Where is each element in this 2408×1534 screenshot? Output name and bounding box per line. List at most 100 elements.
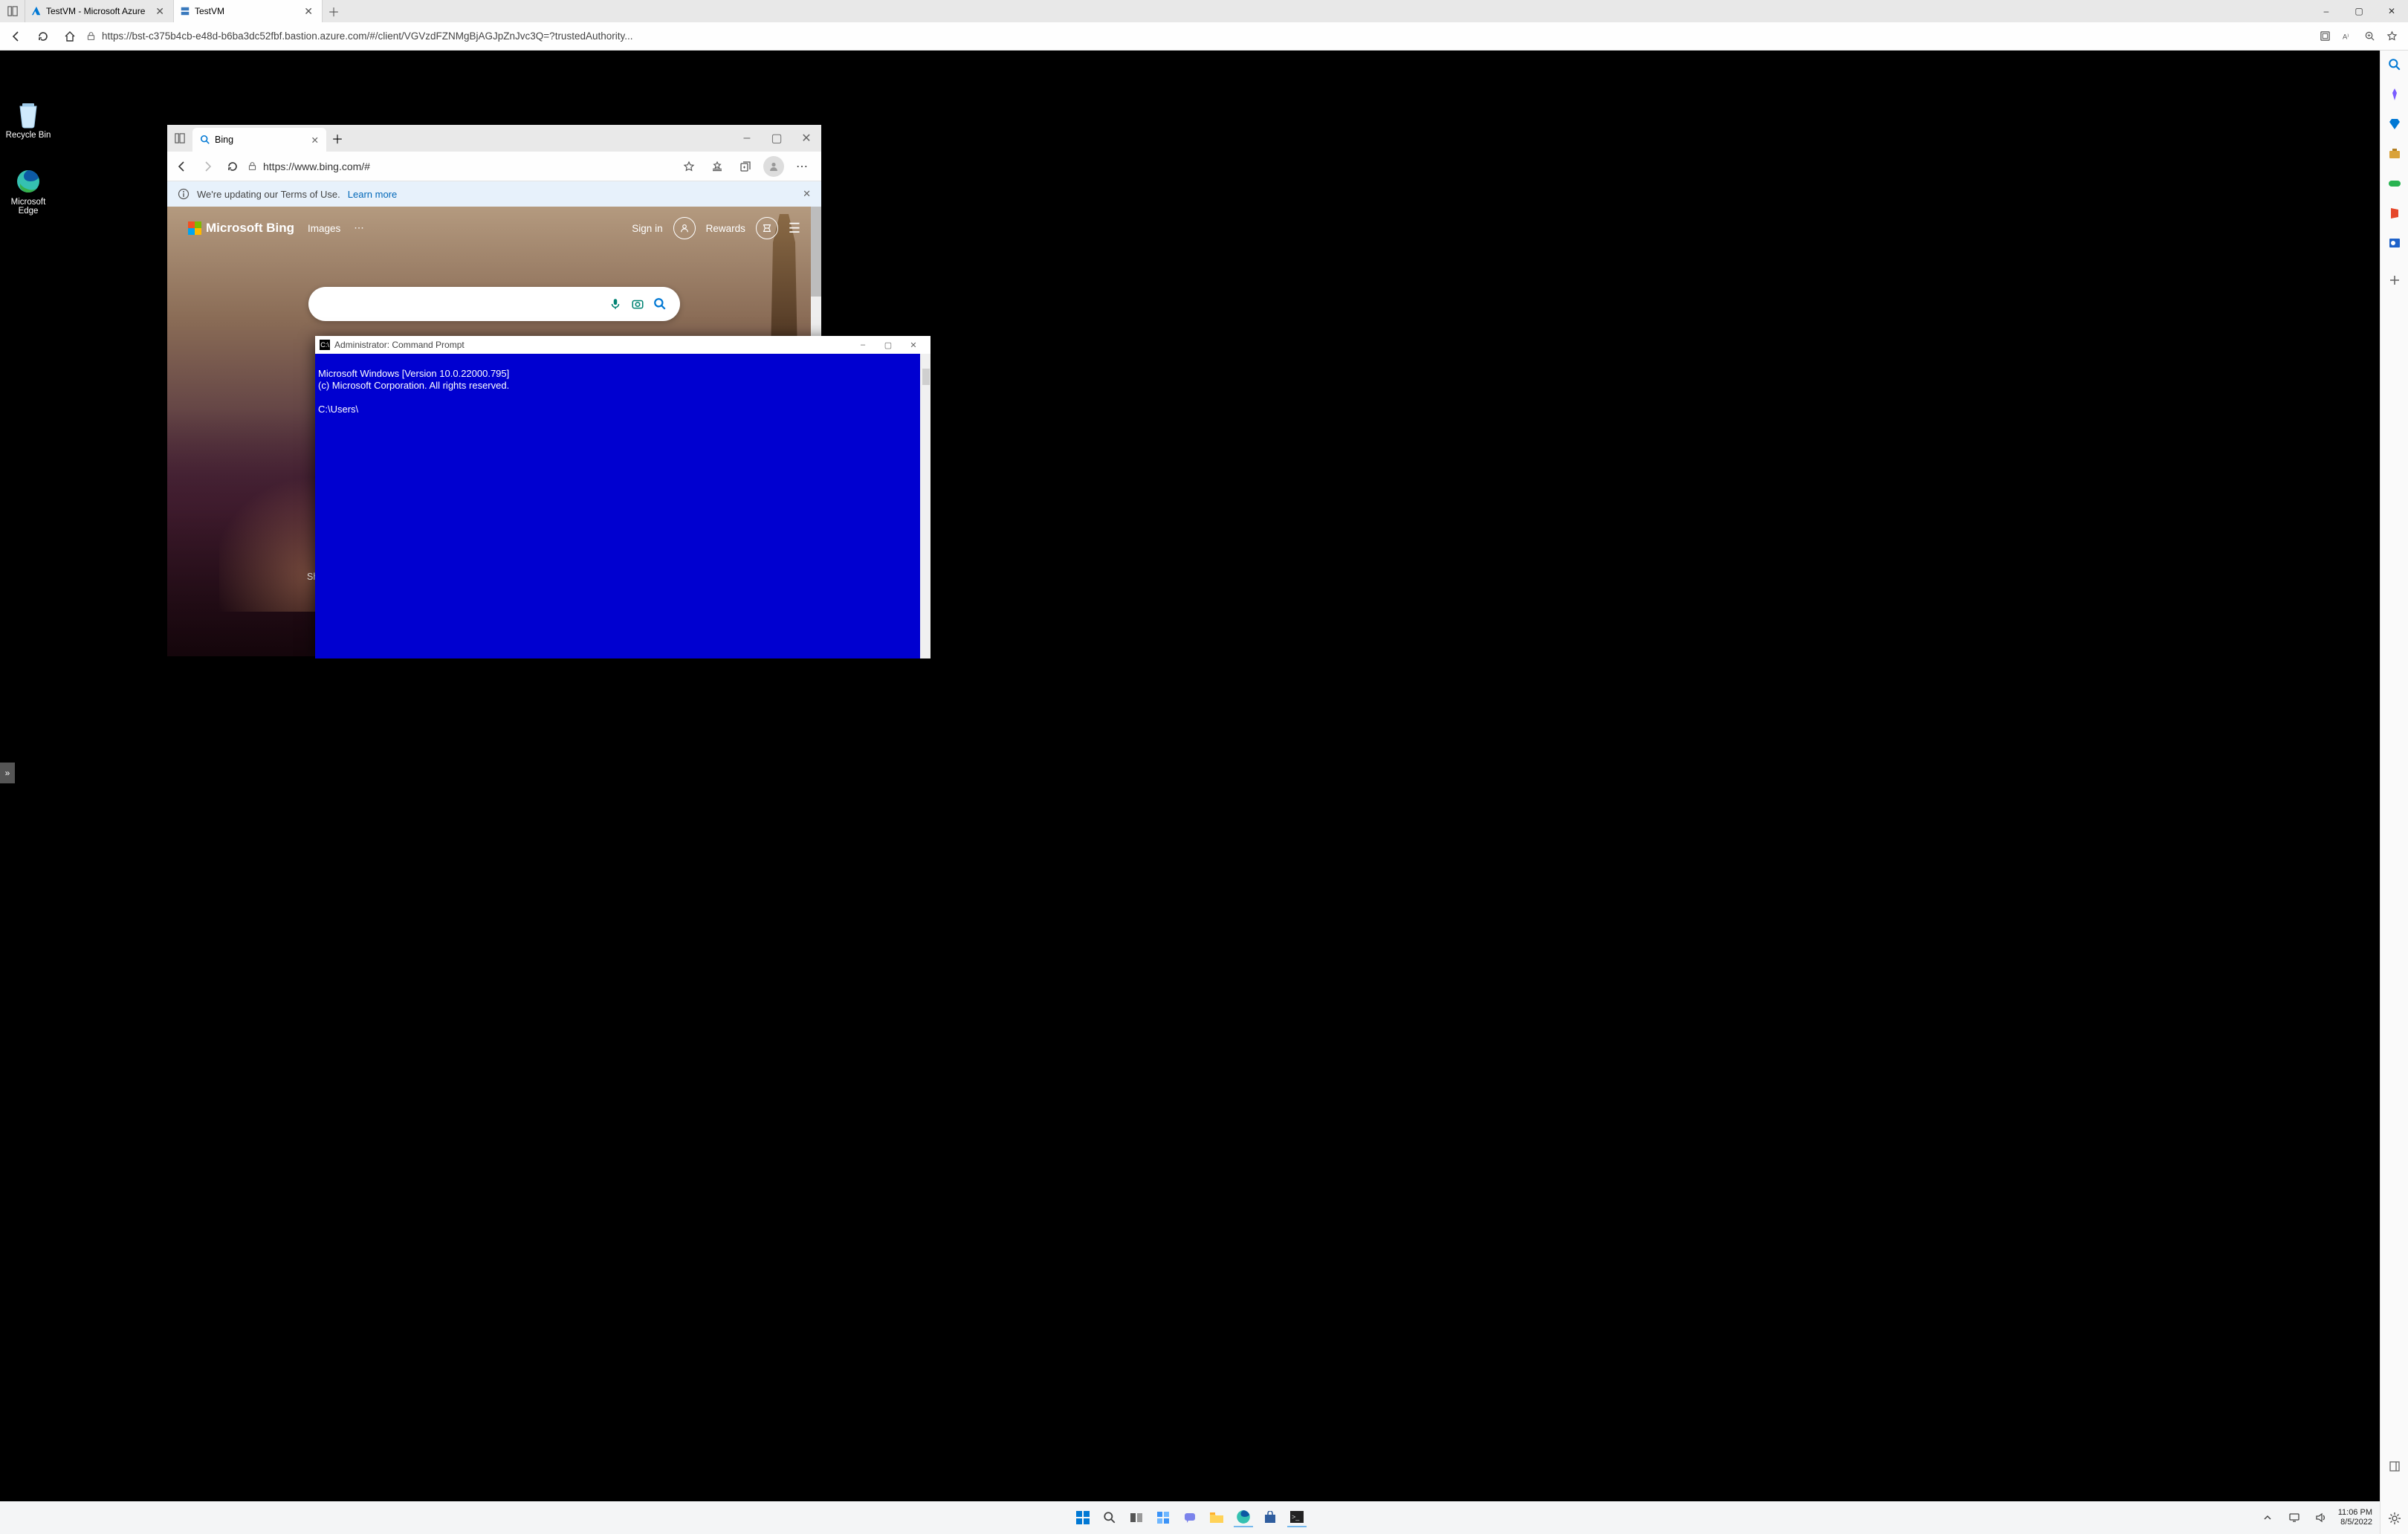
edge-taskbar-button[interactable] [1234,1508,1253,1527]
favorites-icon[interactable] [2381,26,2402,47]
cmd-output: Microsoft Windows [Version 10.0.22000.79… [318,368,509,415]
bing-logo[interactable]: Microsoft Bing [188,221,294,236]
taskbar-pinned-apps: >_ [1073,1508,1307,1527]
terminal-taskbar-button[interactable]: >_ [1287,1508,1307,1527]
cmd-terminal[interactable]: Microsoft Windows [Version 10.0.22000.79… [315,354,930,658]
cmd-scrollbar[interactable] [920,354,930,658]
sidebar-games-icon[interactable] [2386,175,2403,192]
lock-icon [86,31,96,41]
desktop-icon-edge[interactable]: Microsoft Edge [1,168,55,216]
cmd-scroll-thumb[interactable] [922,369,930,385]
maximize-button[interactable]: ▢ [2343,0,2375,22]
tab-close-button[interactable]: ✕ [152,5,167,18]
cmd-minimize-button[interactable]: – [850,336,876,354]
tab-actions-button[interactable] [0,0,25,22]
mic-icon[interactable] [604,297,627,311]
inner-edge-titlebar[interactable]: Bing ✕ ＋ – ▢ ✕ [167,125,821,152]
scrollbar-thumb[interactable] [811,207,821,297]
network-icon[interactable] [2285,1508,2304,1527]
cmd-title-text: Administrator: Command Prompt [334,340,465,350]
sidebar-search-icon[interactable] [2386,56,2403,73]
command-prompt-window: C:\ Administrator: Command Prompt – ▢ ✕ … [315,336,930,658]
lock-icon [247,161,257,171]
edge-icon [15,168,42,195]
sidebar-shopping-icon[interactable] [2386,116,2403,132]
cmd-icon: C:\ [320,340,330,350]
chat-button[interactable] [1180,1508,1200,1527]
cmd-maximize-button[interactable]: ▢ [876,336,901,354]
inner-url-text: https://www.bing.com/# [263,161,370,172]
minimize-button[interactable]: – [2310,0,2343,22]
search-icon[interactable] [649,297,671,311]
refresh-button[interactable] [33,26,54,47]
sidebar-add-button[interactable] [2386,272,2403,288]
notice-close-button[interactable]: ✕ [803,188,811,200]
remote-desktop-viewport[interactable]: Recycle Bin Microsoft Edge » Bing ✕ [0,51,2380,1534]
inner-favorites-star-icon[interactable] [679,156,699,177]
outer-address-bar: https://bst-c375b4cb-e48d-b6ba3dc52fbf.b… [0,22,2408,51]
tray-overflow-button[interactable] [2258,1508,2277,1527]
browser-tab-azure[interactable]: TestVM - Microsoft Azure ✕ [25,0,174,22]
inner-close-button[interactable]: ✕ [792,125,821,152]
bastion-toolbar-handle[interactable]: » [0,763,15,783]
cmd-close-button[interactable]: ✕ [901,336,926,354]
inner-minimize-button[interactable]: – [732,125,762,152]
recycle-bin-icon [15,101,42,128]
bing-menu-button[interactable]: ☰ [789,221,800,236]
bing-search-box[interactable] [308,287,680,321]
store-button[interactable] [1260,1508,1280,1527]
close-button[interactable]: ✕ [2375,0,2408,22]
read-aloud-icon[interactable]: A⁾ [2337,26,2357,47]
tab-close-button[interactable]: ✕ [301,5,316,18]
volume-icon[interactable] [2311,1508,2331,1527]
bing-search-input[interactable] [323,298,604,311]
sidebar-settings-icon[interactable] [2386,1510,2403,1527]
task-view-button[interactable] [1127,1508,1146,1527]
bing-signin-link[interactable]: Sign in [632,223,662,234]
widgets-button[interactable] [1153,1508,1173,1527]
inner-back-button[interactable] [172,156,192,177]
file-explorer-button[interactable] [1207,1508,1226,1527]
cmd-titlebar[interactable]: C:\ Administrator: Command Prompt – ▢ ✕ [315,336,930,354]
new-tab-button[interactable]: ＋ [323,2,345,20]
sidebar-collapse-icon[interactable] [2386,1458,2403,1475]
back-button[interactable] [6,26,27,47]
inner-favorites-bar-icon[interactable] [707,156,728,177]
desktop-icon-recycle-bin[interactable]: Recycle Bin [1,101,55,140]
sidebar-outlook-icon[interactable] [2386,235,2403,251]
inner-menu-button[interactable]: ⋯ [792,156,812,177]
address-input[interactable]: https://bst-c375b4cb-e48d-b6ba3dc52fbf.b… [86,26,666,47]
taskbar-search-button[interactable] [1100,1508,1119,1527]
bing-rewards-link[interactable]: Rewards [706,223,745,234]
inner-browser-tab[interactable]: Bing ✕ [192,128,326,152]
taskbar-clock[interactable]: 11:06 PM 8/5/2022 [2338,1508,2372,1527]
sidebar-office-icon[interactable] [2386,205,2403,221]
start-button[interactable] [1073,1508,1093,1527]
bing-nav-images[interactable]: Images [308,223,340,234]
camera-icon[interactable] [627,297,649,311]
info-icon [178,188,190,200]
inner-profile-button[interactable] [763,156,784,177]
inner-new-tab-button[interactable]: ＋ [326,126,349,150]
inner-tab-actions-button[interactable] [167,125,192,152]
browser-tab-testvm[interactable]: TestVM ✕ [174,0,323,22]
bing-nav-more[interactable]: ⋯ [354,222,364,234]
inner-maximize-button[interactable]: ▢ [762,125,792,152]
clock-time: 11:06 PM [2338,1508,2372,1518]
svg-text:A⁾: A⁾ [2342,33,2349,40]
zoom-icon[interactable] [2359,26,2380,47]
home-button[interactable] [59,26,80,47]
desktop-icon-label: Recycle Bin [1,131,55,140]
rewards-icon[interactable] [756,217,778,239]
app-mode-icon[interactable] [2314,26,2335,47]
inner-tab-close-button[interactable]: ✕ [311,135,319,146]
notice-learn-more-link[interactable]: Learn more [348,189,397,200]
bing-search-icon [200,135,210,145]
edge-sidebar [2380,51,2408,1534]
inner-collections-icon[interactable] [735,156,756,177]
sidebar-tools-icon[interactable] [2386,146,2403,162]
sidebar-discover-icon[interactable] [2386,86,2403,103]
inner-refresh-button[interactable] [222,156,243,177]
bing-account-icon[interactable] [673,217,696,239]
inner-address-input[interactable]: https://www.bing.com/# [247,161,674,172]
